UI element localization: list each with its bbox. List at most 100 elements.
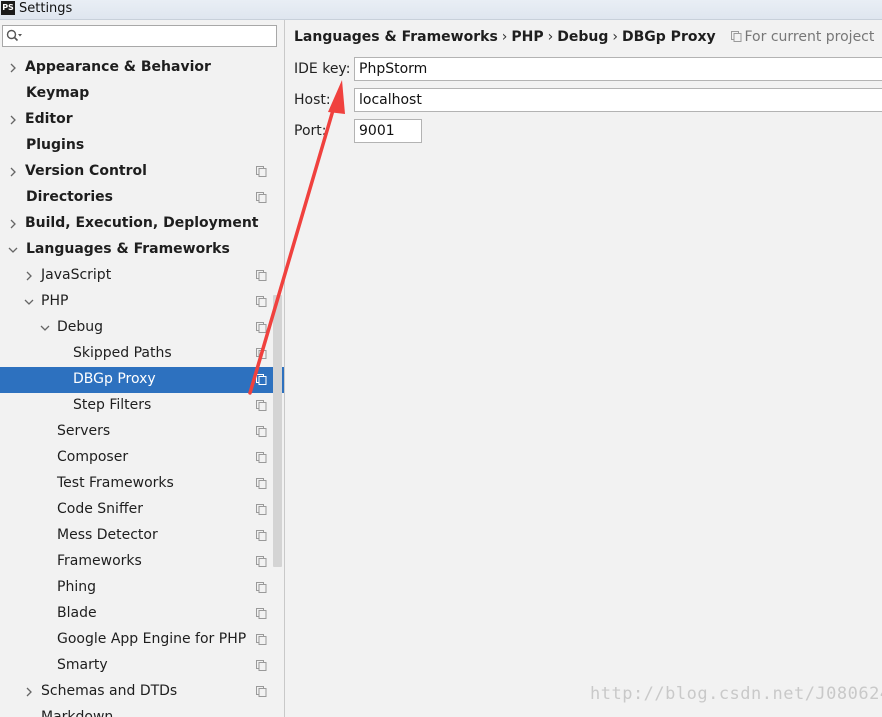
tree-item-label: JavaScript xyxy=(41,267,112,283)
host-label: Host: xyxy=(294,92,331,108)
host-input[interactable] xyxy=(354,88,882,112)
chevron-down-icon[interactable] xyxy=(40,322,50,334)
tree-item[interactable]: Appearance & Behavior xyxy=(0,55,284,81)
tree-item-label: Composer xyxy=(57,449,129,465)
watermark-text: http://blog.csdn.net/J080624 xyxy=(590,684,882,704)
tree-item-label: Smarty xyxy=(57,657,108,673)
tree-item[interactable]: Blade xyxy=(0,601,284,627)
project-scope-icon xyxy=(256,400,267,411)
tree-item-label: Blade xyxy=(57,605,97,621)
tree-item-label: Markdown xyxy=(41,709,114,717)
project-scope-icon xyxy=(730,31,741,42)
breadcrumb-separator: › xyxy=(501,29,508,45)
tree-item[interactable]: Servers xyxy=(0,419,284,445)
tree-item[interactable]: Frameworks xyxy=(0,549,284,575)
tree-item[interactable]: Keymap xyxy=(0,81,284,107)
chevron-right-icon[interactable] xyxy=(8,218,18,230)
breadcrumb-item: PHP xyxy=(511,29,544,45)
breadcrumb-item: Languages & Frameworks xyxy=(294,29,498,45)
chevron-right-icon[interactable] xyxy=(8,62,18,74)
project-scope-icon xyxy=(256,530,267,541)
tree-item-label: DBGp Proxy xyxy=(73,371,156,387)
project-scope-icon xyxy=(256,296,267,307)
search-icon[interactable] xyxy=(6,29,22,43)
port-input[interactable] xyxy=(354,119,422,143)
tree-item[interactable]: Mess Detector xyxy=(0,523,284,549)
tree-item-label: Code Sniffer xyxy=(57,501,143,517)
tree-item-label: Directories xyxy=(26,189,113,205)
project-scope-icon xyxy=(256,348,267,359)
project-scope-icon xyxy=(256,426,267,437)
tree-item-label: Editor xyxy=(25,111,73,127)
tree-item[interactable]: Editor xyxy=(0,107,284,133)
project-scope-icon xyxy=(256,608,267,619)
tree-item[interactable]: Schemas and DTDs xyxy=(0,679,284,705)
tree-item-label: Skipped Paths xyxy=(73,345,172,361)
tree-item[interactable]: Smarty xyxy=(0,653,284,679)
project-scope-note: For current project xyxy=(730,29,875,45)
breadcrumb: Languages & Frameworks › PHP › Debug › DBGp Pr… xyxy=(294,29,874,45)
tree-item[interactable]: PHP xyxy=(0,289,284,315)
tree-item-label: Mess Detector xyxy=(57,527,158,543)
chevron-right-icon[interactable] xyxy=(24,270,34,282)
search-input[interactable] xyxy=(23,27,275,47)
settings-search-box[interactable] xyxy=(2,25,277,47)
project-scope-icon xyxy=(256,582,267,593)
project-scope-icon xyxy=(256,452,267,463)
tree-item-label: Keymap xyxy=(26,85,90,101)
settings-content: Languages & Frameworks › PHP › Debug › DBGp Pr… xyxy=(285,20,882,717)
project-scope-icon xyxy=(256,556,267,567)
tree-item[interactable]: Step Filters xyxy=(0,393,284,419)
settings-sidebar: Appearance & Behavior Keymap Editor Plugins… xyxy=(0,20,285,717)
ide-key-input[interactable] xyxy=(354,57,882,81)
tree-item[interactable]: Build, Execution, Deployment xyxy=(0,211,284,237)
sidebar-scrollbar[interactable] xyxy=(273,295,282,567)
tree-item-label: Phing xyxy=(57,579,96,595)
tree-item-label: Build, Execution, Deployment xyxy=(25,215,259,231)
project-scope-icon xyxy=(256,660,267,671)
project-scope-icon xyxy=(256,478,267,489)
project-scope-icon xyxy=(256,374,267,385)
project-scope-icon xyxy=(256,686,267,697)
tree-item-label: Step Filters xyxy=(73,397,152,413)
tree-item[interactable]: Directories xyxy=(0,185,284,211)
tree-item[interactable]: Markdown xyxy=(0,705,284,717)
project-scope-label: For current project xyxy=(744,29,875,45)
project-scope-icon xyxy=(256,270,267,281)
tree-item[interactable]: Skipped Paths xyxy=(0,341,284,367)
tree-item-label: Appearance & Behavior xyxy=(25,59,211,75)
project-scope-icon xyxy=(256,166,267,177)
tree-item[interactable]: Languages & Frameworks xyxy=(0,237,284,263)
tree-item-label: Frameworks xyxy=(57,553,142,569)
tree-item-label: Version Control xyxy=(25,163,147,179)
tree-item[interactable]: Debug xyxy=(0,315,284,341)
tree-item-label: Languages & Frameworks xyxy=(26,241,230,257)
tree-item-label: Schemas and DTDs xyxy=(41,683,178,699)
tree-item-label: Plugins xyxy=(26,137,85,153)
tree-item-label: Test Frameworks xyxy=(57,475,174,491)
chevron-right-icon[interactable] xyxy=(8,114,18,126)
project-scope-icon xyxy=(256,634,267,645)
tree-item[interactable]: Phing xyxy=(0,575,284,601)
tree-item[interactable]: Google App Engine for PHP xyxy=(0,627,284,653)
phpstorm-app-icon: PS xyxy=(1,1,15,15)
tree-item[interactable]: DBGp Proxy xyxy=(0,367,284,393)
tree-item[interactable]: JavaScript xyxy=(0,263,284,289)
tree-item[interactable]: Plugins xyxy=(0,133,284,159)
tree-item[interactable]: Test Frameworks xyxy=(0,471,284,497)
window-title: Settings xyxy=(19,1,73,16)
chevron-down-icon[interactable] xyxy=(24,296,34,308)
breadcrumb-item: DBGp Proxy xyxy=(622,29,716,45)
tree-item[interactable]: Code Sniffer xyxy=(0,497,284,523)
chevron-right-icon[interactable] xyxy=(8,166,18,178)
tree-item-label: Debug xyxy=(57,319,104,335)
tree-item-label: PHP xyxy=(41,293,69,309)
chevron-down-icon[interactable] xyxy=(8,244,18,256)
project-scope-icon xyxy=(256,192,267,203)
tree-item[interactable]: Composer xyxy=(0,445,284,471)
breadcrumb-separator: › xyxy=(612,29,618,45)
project-scope-icon xyxy=(256,322,267,333)
chevron-right-icon[interactable] xyxy=(24,686,34,698)
tree-item[interactable]: Version Control xyxy=(0,159,284,185)
port-label: Port: xyxy=(294,123,327,139)
